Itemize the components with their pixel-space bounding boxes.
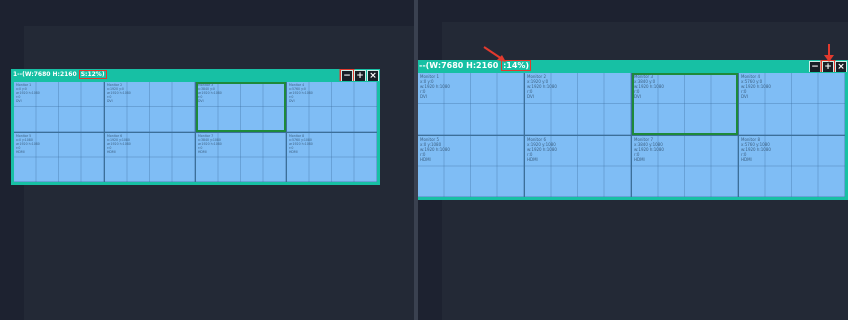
monitor-pos: x:3840 y:1080 bbox=[198, 137, 221, 142]
monitor-input: DVI bbox=[527, 94, 534, 99]
screen-window[interactable]: 1--(W:7680 H:2160 S:12%) − + × Monitor 1… bbox=[11, 69, 380, 185]
monitor-cell[interactable]: Monitor 7 x:3840 y:1080 w:1920 h:1080 r:0 HD… bbox=[196, 132, 286, 182]
monitor-input: HDMI bbox=[420, 156, 431, 162]
monitor-input: DVI bbox=[420, 94, 427, 99]
annotation-arrow-zoom bbox=[483, 46, 506, 62]
monitor-cell[interactable]: Monitor 8 x:5760 y:1080 w:1920 h:1080 r:0 HD… bbox=[739, 135, 845, 197]
monitor-pos: x:5760 y:1080 bbox=[289, 137, 312, 142]
monitor-input: DVI bbox=[16, 99, 22, 103]
monitor-info: Monitor 8 x:5760 y:1080 w:1920 h:1080 r:0 HD… bbox=[289, 134, 313, 154]
monitor-cell[interactable]: Monitor 5 x:0 y:1080 w:1920 h:1080 r:0 HDMI bbox=[14, 132, 104, 182]
monitor-cell[interactable]: Monitor 1 x:0 y:0 w:1920 h:1080 r:0 DVI bbox=[14, 82, 104, 132]
monitor-info: Monitor 1 x:0 y:0 w:1920 h:1080 r:0 DVI bbox=[16, 83, 40, 103]
monitor-info: Monitor 4 x:5760 y:0 w:1920 h:1080 r:0 DVI bbox=[741, 74, 771, 99]
monitor-input: HDMI bbox=[634, 156, 645, 162]
monitor-cell[interactable]: Monitor 1 x:0 y:0 w:1920 h:1080 r:0 DVI bbox=[418, 73, 524, 135]
monitor-cell[interactable]: Monitor 7 x:3840 y:1080 w:1920 h:1080 r:0 HD… bbox=[632, 135, 738, 197]
monitor-info: Monitor 2 x:1920 y:0 w:1920 h:1080 r:0 DVI bbox=[527, 74, 557, 99]
monitor-input: HDMI bbox=[107, 149, 116, 154]
screen-window[interactable]: --(W:7680 H:2160 :14%) − + × Monitor 1 x:… bbox=[418, 60, 848, 200]
monitor-cell[interactable]: Monitor 4 x:5760 y:0 w:1920 h:1080 r:0 DVI bbox=[287, 82, 377, 132]
monitor-size: w:1920 h:1080 bbox=[634, 146, 664, 152]
monitor-cell[interactable]: Monitor 4 x:5760 y:0 w:1920 h:1080 r:0 DVI bbox=[739, 73, 845, 135]
monitor-info: Monitor 3 x:3840 y:0 w:1920 h:1080 r:0 DVI bbox=[634, 74, 664, 99]
monitor-cell[interactable]: Monitor 2 x:1920 y:0 w:1920 h:1080 r:0 DVI bbox=[105, 82, 195, 132]
close-button[interactable]: × bbox=[835, 61, 847, 72]
maximize-button[interactable]: + bbox=[354, 70, 366, 81]
monitor-size: w:1920 h:1080 bbox=[198, 141, 222, 146]
monitor-cell[interactable]: Monitor 5 x:0 y:1080 w:1920 h:1080 r:0 HDMI bbox=[418, 135, 524, 197]
screen-title-bar[interactable]: 1--(W:7680 H:2160 S:12%) − + × bbox=[11, 69, 380, 81]
monitor-input: DVI bbox=[741, 94, 748, 99]
monitor-input: HDMI bbox=[198, 149, 207, 154]
monitor-input: DVI bbox=[198, 99, 204, 103]
monitor-info: Monitor 3 x:3840 y:0 w:1920 h:1080 r:0 DVI bbox=[198, 83, 222, 103]
monitor-cell[interactable]: Monitor 3 x:3840 y:0 w:1920 h:1080 r:0 DVI bbox=[196, 82, 286, 132]
minimize-button[interactable]: − bbox=[341, 70, 353, 81]
monitor-cell[interactable]: Monitor 6 x:1920 y:1080 w:1920 h:1080 r:0 HD… bbox=[525, 135, 631, 197]
monitor-input: HDMI bbox=[527, 156, 538, 162]
monitor-pos: x:1920 y:1080 bbox=[527, 141, 556, 147]
monitor-cell[interactable]: Monitor 8 x:5760 y:1080 w:1920 h:1080 r:0 HD… bbox=[287, 132, 377, 182]
monitor-size: w:1920 h:1080 bbox=[16, 141, 40, 146]
monitor-info: Monitor 7 x:3840 y:1080 w:1920 h:1080 r:0 HD… bbox=[634, 137, 664, 162]
monitor-info: Monitor 5 x:0 y:1080 w:1920 h:1080 r:0 HDMI bbox=[16, 134, 40, 154]
monitor-info: Monitor 6 x:1920 y:1080 w:1920 h:1080 r:0 HD… bbox=[527, 137, 557, 162]
monitor-input: DVI bbox=[289, 99, 295, 103]
monitor-info: Monitor 8 x:5760 y:1080 w:1920 h:1080 r:0 HD… bbox=[741, 137, 771, 162]
window-controls: − + × bbox=[341, 70, 379, 81]
monitor-grid: Monitor 1 x:0 y:0 w:1920 h:1080 r:0 DVI Monit… bbox=[418, 73, 845, 197]
screen-title-text: 1--(W:7680 H:2160 bbox=[13, 71, 79, 78]
monitor-grid: Monitor 1 x:0 y:0 w:1920 h:1080 r:0 DVI Monit… bbox=[14, 82, 377, 182]
monitor-input: HDMI bbox=[289, 149, 298, 154]
monitor-size: w:1920 h:1080 bbox=[741, 146, 771, 152]
monitor-pos: x:3840 y:1080 bbox=[634, 141, 663, 147]
monitor-info: Monitor 1 x:0 y:0 w:1920 h:1080 r:0 DVI bbox=[420, 74, 450, 99]
monitor-input: HDMI bbox=[741, 156, 752, 162]
monitor-info: Monitor 4 x:5760 y:0 w:1920 h:1080 r:0 DVI bbox=[289, 83, 313, 103]
close-button[interactable]: × bbox=[367, 70, 379, 81]
monitor-size: w:1920 h:1080 bbox=[289, 141, 313, 146]
monitor-info: Monitor 5 x:0 y:1080 w:1920 h:1080 r:0 HDMI bbox=[420, 137, 450, 162]
monitor-size: w:1920 h:1080 bbox=[420, 146, 450, 152]
monitor-cell[interactable]: Monitor 6 x:1920 y:1080 w:1920 h:1080 r:0 HD… bbox=[105, 132, 195, 182]
minimize-button[interactable]: − bbox=[809, 61, 821, 72]
monitor-cell[interactable]: Monitor 3 x:3840 y:0 w:1920 h:1080 r:0 DVI bbox=[632, 73, 738, 135]
monitor-input: DVI bbox=[107, 99, 113, 103]
monitor-size: w:1920 h:1080 bbox=[527, 146, 557, 152]
monitor-input: DVI bbox=[634, 94, 641, 99]
monitor-input: HDMI bbox=[16, 149, 25, 154]
annotation-arrow-maximize bbox=[824, 44, 834, 62]
monitor-info: Monitor 7 x:3840 y:1080 w:1920 h:1080 r:0 HD… bbox=[198, 134, 222, 154]
monitor-pos: x:5760 y:1080 bbox=[741, 141, 770, 147]
monitor-cell[interactable]: Monitor 2 x:1920 y:0 w:1920 h:1080 r:0 DVI bbox=[525, 73, 631, 135]
zoom-label: S:12%) bbox=[78, 70, 107, 79]
monitor-info: Monitor 6 x:1920 y:1080 w:1920 h:1080 r:0 HD… bbox=[107, 134, 131, 154]
monitor-pos: x:1920 y:1080 bbox=[107, 137, 130, 142]
left-view-panel: 1--(W:7680 H:2160 S:12%) − + × Monitor 1… bbox=[0, 0, 414, 320]
monitor-info: Monitor 2 x:1920 y:0 w:1920 h:1080 r:0 DVI bbox=[107, 83, 131, 103]
screen-title: 1--(W:7680 H:2160 S:12%) bbox=[13, 69, 107, 81]
monitor-size: w:1920 h:1080 bbox=[107, 141, 131, 146]
